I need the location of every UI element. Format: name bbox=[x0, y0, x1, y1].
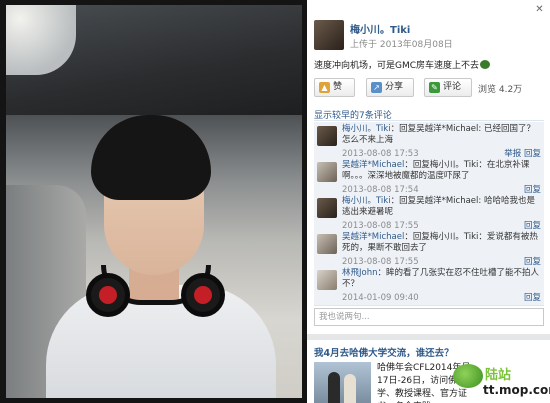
comment-item: 吴越洋*Michael：回复梅小川。Tiki：在北京补课啊。。。深深地被魔都的温… bbox=[314, 158, 544, 198]
watermark-url: tt.mop.com bbox=[483, 383, 550, 397]
comment-icon: ✎ bbox=[429, 82, 440, 93]
ad-title-link[interactable]: 我4月去哈佛大学交流，谁还去？ bbox=[314, 345, 454, 359]
comment-actions[interactable]: 回复 bbox=[524, 291, 541, 303]
divider bbox=[307, 334, 550, 340]
share-icon: ↗ bbox=[371, 82, 382, 93]
side-panel: ✕ 梅小川。Tiki 上传于 2013年08月08日 速度冲向机场，可是GMC房… bbox=[307, 0, 550, 403]
comment-button[interactable]: ✎ 评论 bbox=[424, 78, 472, 97]
turtle-emoji-icon bbox=[480, 60, 491, 69]
watermark-name: 陆站 bbox=[485, 368, 512, 383]
site-watermark: 陆站 tt.mop.com bbox=[453, 362, 550, 402]
comment-author[interactable]: 梅小川。Tiki bbox=[342, 124, 391, 134]
avatar[interactable] bbox=[317, 126, 337, 146]
comment-item: 吴越洋*Michael：回复梅小川。Tiki：爱说都有被热死的，果断不敢回去了 … bbox=[314, 230, 544, 270]
avatar[interactable] bbox=[317, 270, 337, 290]
post-text: 速度冲向机场，可是GMC房车速度上不去 bbox=[314, 58, 491, 71]
comment-author[interactable]: 林飛John bbox=[342, 268, 377, 278]
ad-image[interactable] bbox=[314, 362, 371, 403]
comment-author[interactable]: 吴越洋*Michael bbox=[342, 232, 404, 242]
comment-time: 2014-01-09 09:40 bbox=[342, 293, 419, 303]
comment-item: 梅小川。Tiki：回复吴越洋*Michael: 哈哈哈我也是逃出来避暑呢 201… bbox=[314, 194, 544, 234]
comment-item: 梅小川。Tiki：回复吴越洋*Michael: 已经回国了？怎么不来上海 201… bbox=[314, 122, 544, 162]
avatar[interactable] bbox=[317, 234, 337, 254]
avatar[interactable] bbox=[314, 20, 344, 50]
avatar[interactable] bbox=[317, 162, 337, 182]
comment-item: 林飛John：眸的看了几张实在忍不住吐槽了能不拍人不？ 2014-01-09 0… bbox=[314, 266, 544, 306]
photo[interactable] bbox=[6, 5, 302, 398]
like-button[interactable]: ▲ 赞 bbox=[314, 78, 355, 97]
avatar[interactable] bbox=[317, 198, 337, 218]
action-bar: ▲ 赞 ↗ 分享 ✎ 评论 浏览 4.2万 bbox=[314, 78, 544, 98]
post-author[interactable]: 梅小川。Tiki bbox=[350, 21, 410, 36]
reply-input[interactable]: 我也说两句... bbox=[314, 308, 544, 326]
comment-author[interactable]: 梅小川。Tiki bbox=[342, 196, 391, 206]
post-time: 上传于 2013年08月08日 bbox=[350, 40, 453, 50]
frog-logo-icon bbox=[453, 364, 483, 388]
share-button[interactable]: ↗ 分享 bbox=[366, 78, 414, 97]
comment-author[interactable]: 吴越洋*Michael bbox=[342, 160, 404, 170]
close-icon[interactable]: ✕ bbox=[534, 4, 545, 15]
photo-viewer bbox=[0, 0, 307, 403]
thumb-up-icon: ▲ bbox=[319, 82, 330, 93]
view-count: 浏览 4.2万 bbox=[478, 85, 523, 95]
show-earlier-comments-link[interactable]: 显示较早的7条评论 bbox=[314, 108, 544, 121]
